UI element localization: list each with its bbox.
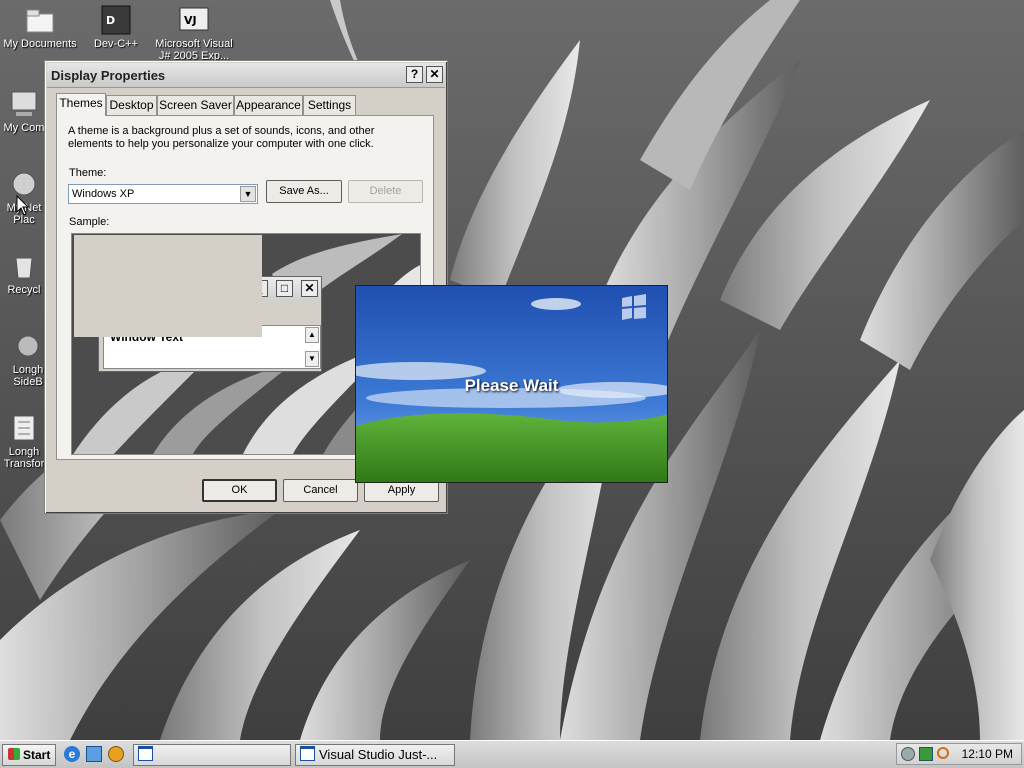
theme-label: Theme: xyxy=(69,167,107,179)
start-logo-icon xyxy=(8,748,20,760)
window-title: Display Properties xyxy=(51,68,166,83)
desktop-icon-label: My Documents xyxy=(3,38,77,50)
title-bar[interactable]: Display Properties ? ✕ xyxy=(47,63,445,88)
start-button[interactable]: Start xyxy=(2,744,56,766)
theme-description: A theme is a background plus a set of so… xyxy=(68,125,375,150)
folder-documents-icon xyxy=(24,4,56,36)
search-tray-icon[interactable] xyxy=(937,747,949,759)
desktop-icon-devcpp[interactable]: D Dev-C++ xyxy=(76,4,156,50)
sample-close-icon: ✕ xyxy=(301,280,318,297)
mouse-cursor-icon xyxy=(16,195,30,216)
delete-button[interactable]: Delete xyxy=(348,180,423,203)
tab-screen-saver[interactable]: Screen Saver xyxy=(157,95,234,115)
taskbar-task-visual-studio[interactable]: Visual Studio Just-... xyxy=(295,744,455,766)
chevron-down-icon[interactable]: ▼ xyxy=(240,186,256,202)
security-tray-icon[interactable] xyxy=(919,747,933,761)
start-label: Start xyxy=(23,748,51,762)
tab-desktop[interactable]: Desktop xyxy=(106,95,157,115)
longhorn-transformation-icon xyxy=(8,412,40,444)
desktop-icon-label: Dev-C++ xyxy=(93,38,139,50)
theme-dropdown[interactable]: Windows XP ▼ xyxy=(68,184,258,204)
help-button[interactable]: ? xyxy=(406,66,423,83)
scroll-down-icon: ▼ xyxy=(305,351,319,367)
outlook-express-icon[interactable] xyxy=(86,746,102,762)
recycle-bin-icon xyxy=(8,250,40,282)
taskbar: Start e Visual Studio Just-... 12:10 PM xyxy=(0,740,1024,768)
window-icon xyxy=(138,746,153,761)
sample-maximize-icon: □ xyxy=(276,280,293,297)
preview-overlay xyxy=(74,235,262,337)
desktop-icon-visual-j[interactable]: VJ Microsoft Visual J# 2005 Exp... xyxy=(154,4,234,62)
internet-explorer-icon[interactable]: e xyxy=(64,746,80,762)
desktop-icon-my-documents[interactable]: My Documents xyxy=(0,4,80,50)
task-label: Visual Studio Just-... xyxy=(319,747,438,762)
svg-text:D: D xyxy=(106,14,115,27)
devcpp-icon: D xyxy=(100,4,132,36)
my-computer-icon xyxy=(8,88,40,120)
media-player-icon[interactable] xyxy=(108,746,124,762)
taskbar-task-1[interactable] xyxy=(133,744,291,766)
save-as-button[interactable]: Save As... xyxy=(266,180,342,203)
ok-button[interactable]: OK xyxy=(202,479,277,502)
system-tray: 12:10 PM xyxy=(896,743,1022,765)
theme-dropdown-value: Windows XP xyxy=(72,188,135,200)
network-tray-icon[interactable] xyxy=(901,747,915,761)
visual-j-icon: VJ xyxy=(178,4,210,36)
desktop-icon-label: Microsoft Visual xyxy=(155,38,233,50)
please-wait-splash: Please Wait xyxy=(355,285,668,483)
sample-label: Sample: xyxy=(69,216,110,228)
longhorn-sidebar-icon xyxy=(12,330,44,362)
scroll-up-icon: ▲ xyxy=(305,327,319,343)
please-wait-message: Please Wait xyxy=(464,376,559,395)
window-icon xyxy=(300,746,315,761)
tab-settings[interactable]: Settings xyxy=(303,95,356,115)
tab-appearance[interactable]: Appearance xyxy=(234,95,303,115)
svg-text:VJ: VJ xyxy=(184,14,197,27)
cancel-button[interactable]: Cancel xyxy=(283,479,358,502)
tab-themes[interactable]: Themes xyxy=(56,93,106,116)
clock[interactable]: 12:10 PM xyxy=(962,747,1013,761)
close-button[interactable]: ✕ xyxy=(426,66,443,83)
